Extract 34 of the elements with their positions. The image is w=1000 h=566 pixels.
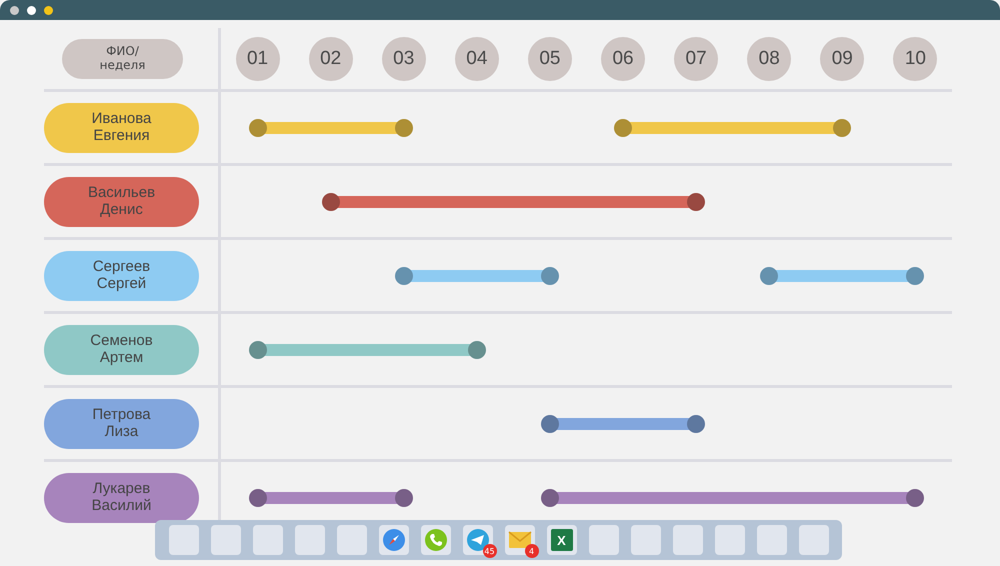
empty-app-slot[interactable] (336, 525, 366, 555)
week-number: 03 (382, 36, 426, 80)
notification-badge: 4 (524, 544, 538, 558)
empty-app-slot[interactable] (756, 525, 786, 555)
empty-app-slot[interactable] (210, 525, 240, 555)
empty-app-slot[interactable] (294, 525, 324, 555)
employee-name: Лукарев Василий (44, 472, 199, 522)
empty-app-slot[interactable] (798, 525, 828, 555)
empty-app-slot[interactable] (630, 525, 660, 555)
notification-badge: 45 (482, 544, 496, 558)
week-number: 09 (820, 36, 864, 80)
employee-name: Васильев Денис (44, 176, 199, 226)
week-number: 10 (893, 36, 938, 80)
empty-app-slot[interactable] (588, 525, 618, 555)
week-number: 06 (601, 36, 646, 80)
compass-icon (382, 528, 406, 552)
column-header: ФИО/ неделя (62, 38, 183, 78)
week-number: 02 (308, 36, 353, 80)
employee-name: Сергеев Сергей (44, 250, 199, 300)
empty-app-slot[interactable] (672, 525, 702, 555)
week-number: 08 (747, 36, 792, 80)
employee-name: Семенов Артем (44, 324, 199, 374)
empty-app-slot[interactable] (714, 525, 744, 555)
employee-name: Петрова Лиза (44, 398, 199, 448)
employee-name: Иванова Евгения (44, 102, 199, 152)
phone-icon (424, 528, 448, 552)
week-number: 01 (236, 36, 280, 80)
week-number: 07 (674, 36, 718, 80)
empty-app-slot[interactable] (168, 525, 198, 555)
app-icon[interactable] (378, 525, 408, 555)
week-number: 05 (528, 36, 572, 80)
empty-app-slot[interactable] (252, 525, 282, 555)
week-number: 04 (454, 36, 499, 80)
app-icon[interactable] (420, 525, 450, 555)
